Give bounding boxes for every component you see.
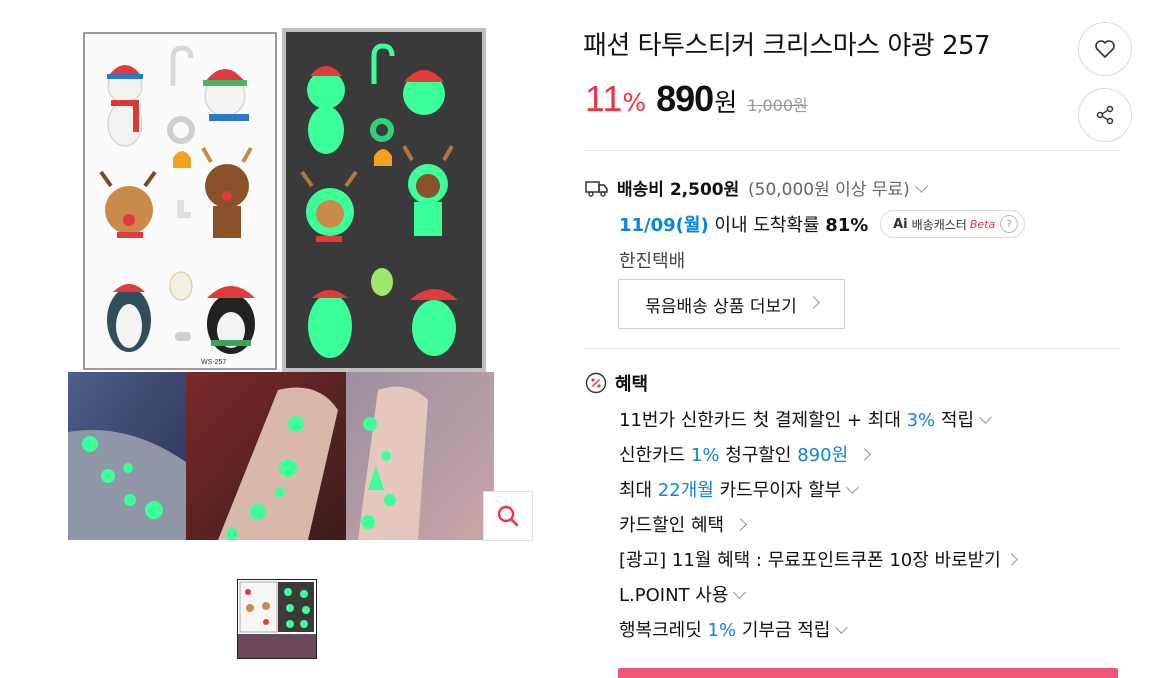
heart-icon <box>1095 40 1115 58</box>
beta-label: Beta <box>969 217 996 231</box>
chevron-down-icon <box>979 411 992 424</box>
benefit-item[interactable]: 11번가 신한카드 첫 결제할인 + 최대 3% 적립 <box>619 406 992 432</box>
benefits-title: 혜택 <box>615 374 649 395</box>
sticker-sheet-glow-art <box>300 43 458 358</box>
arrival-probability: 81% <box>825 215 869 236</box>
benefit-text: 청구할인 <box>719 445 798 466</box>
sku-label: WS-257 <box>201 359 226 366</box>
benefit-text: 카드무이자 할부 <box>713 480 842 501</box>
benefit-text: [광고] 11월 혜택 : 무료포인트쿠폰 10장 바로받기 <box>619 550 1001 571</box>
benefit-text: 신한카드 <box>619 445 691 466</box>
arrival-date: 11/09(월) <box>619 215 709 236</box>
benefit-text: 적립 <box>935 410 975 431</box>
bundle-shipping-label: 묶음배송 상품 더보기 <box>645 296 797 317</box>
sticker-sheet-glow <box>282 28 486 372</box>
benefit-highlight: 3% <box>906 410 936 431</box>
price-unit: 원 <box>714 88 738 117</box>
arrival-row: 11/09(월) 이내 도착확률 81% Ai 배송캐스터 Beta ? <box>619 210 1026 240</box>
arrival-text: 이내 도착확률 <box>714 215 820 236</box>
benefits-header: 혜택 <box>585 370 648 396</box>
sticker-photo-art <box>68 372 494 540</box>
discount-rate: 11 <box>585 78 623 119</box>
chevron-right-icon <box>734 518 747 531</box>
free-delivery-condition: (50,000원 이상 무료) <box>748 180 910 200</box>
divider <box>583 348 1120 349</box>
delivery-fee-row[interactable]: 배송비 2,500원 (50,000원 이상 무료) <box>585 175 928 200</box>
share-button[interactable] <box>1078 88 1132 142</box>
sticker-sheet-light: WS-257 <box>83 32 277 370</box>
benefit-item[interactable]: 신한카드 1% 청구할인 890원 <box>619 441 872 467</box>
delivery-fee: 배송비 2,500원 <box>617 180 740 200</box>
magnifier-icon <box>497 505 519 527</box>
original-price: 1,000원 <box>747 96 808 115</box>
sticker-sheet-light-art: WS-257 <box>99 45 255 366</box>
chevron-down-icon <box>914 180 928 193</box>
sticker-photo-strip <box>68 372 494 540</box>
sale-price: 890 <box>656 78 714 119</box>
chevron-right-icon <box>858 448 872 461</box>
thumbnail-art <box>238 581 316 658</box>
chevron-right-icon <box>1004 553 1018 566</box>
divider <box>583 150 1120 151</box>
benefit-text: 행복크레딧 <box>619 620 708 641</box>
buy-button[interactable] <box>618 668 1118 678</box>
chevron-down-icon <box>846 481 860 494</box>
chevron-down-icon <box>835 621 849 634</box>
benefit-text: 기부금 적립 <box>736 620 831 641</box>
share-icon <box>1096 105 1114 125</box>
product-thumbnail[interactable] <box>237 579 317 659</box>
caster-label: 배송캐스터 <box>911 217 967 232</box>
benefit-text: L.POINT 사용 <box>619 585 729 606</box>
chevron-down-icon <box>733 586 747 599</box>
chevron-right-icon <box>806 295 820 309</box>
benefit-text: 11번가 신한카드 첫 결제할인 + 최대 <box>619 410 907 431</box>
benefit-item[interactable]: [광고] 11월 혜택 : 무료포인트쿠폰 10장 바로받기 <box>619 546 1018 572</box>
benefit-highlight: 1% <box>690 445 720 466</box>
benefit-item[interactable]: L.POINT 사용 <box>619 581 747 607</box>
price-row: 11% 890 원 1,000원 <box>585 78 808 120</box>
truck-icon <box>585 181 608 197</box>
product-main-image[interactable]: WS-257 <box>68 28 494 540</box>
benefit-text: 카드할인 혜택 <box>619 515 725 536</box>
benefit-text: 최대 <box>619 480 658 501</box>
benefit-item[interactable]: 카드할인 혜택 <box>619 511 747 537</box>
benefit-item[interactable]: 행복크레딧 1% 기부금 적립 <box>619 616 849 642</box>
benefit-highlight: 890원 <box>797 445 849 466</box>
product-title: 패션 타투스티커 크리스마스 야광 257 <box>583 31 991 61</box>
wishlist-button[interactable] <box>1078 22 1132 76</box>
benefit-highlight: 1% <box>707 620 737 641</box>
percent-icon <box>585 372 607 394</box>
ai-delivery-caster-badge[interactable]: Ai 배송캐스터 Beta ? <box>880 210 1026 238</box>
help-icon: ? <box>1000 215 1019 233</box>
image-zoom-button[interactable] <box>483 491 533 541</box>
benefit-highlight: 22개월 <box>657 480 714 501</box>
bundle-shipping-button[interactable]: 묶음배송 상품 더보기 <box>618 279 845 329</box>
courier-name: 한진택배 <box>619 251 686 272</box>
ai-label: Ai <box>893 216 908 232</box>
benefit-item[interactable]: 최대 22개월 카드무이자 할부 <box>619 476 860 502</box>
discount-percent-sign: % <box>622 88 647 117</box>
